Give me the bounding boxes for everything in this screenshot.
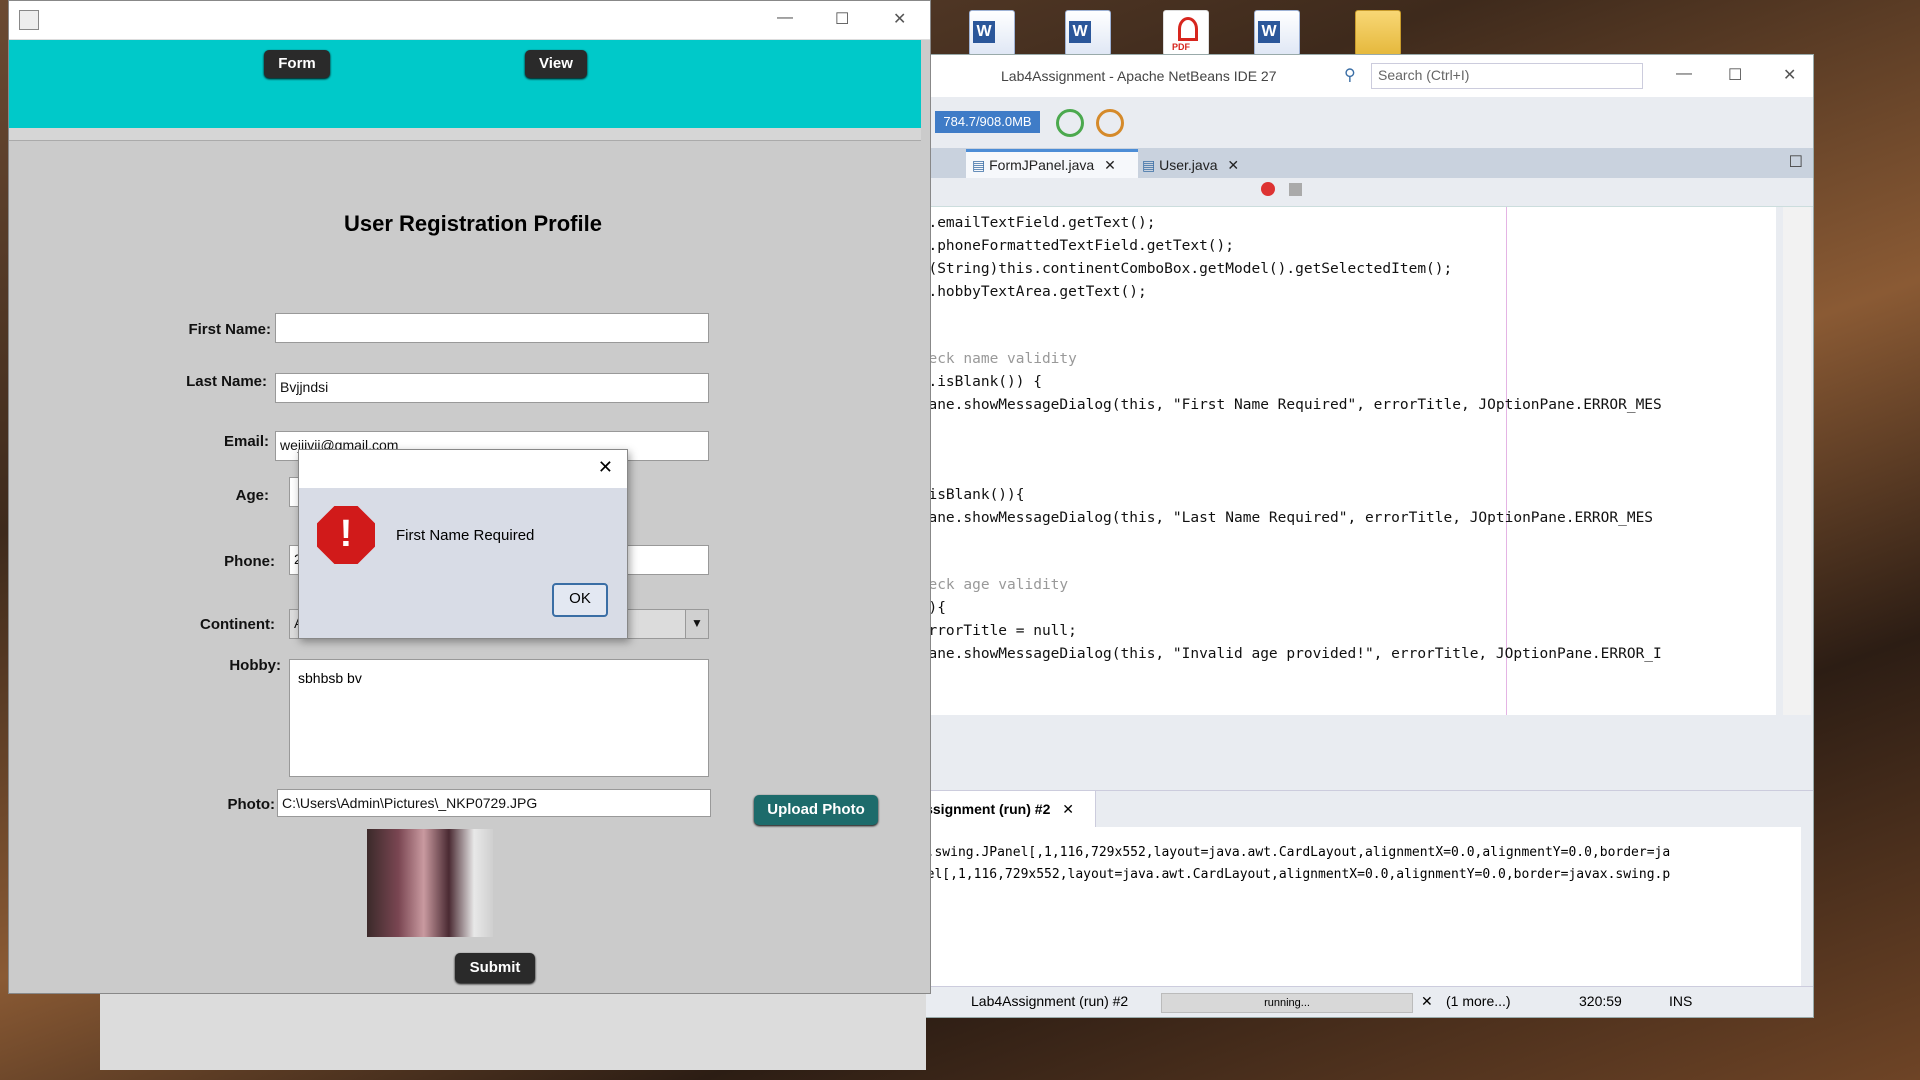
close-icon[interactable]: ✕ xyxy=(1783,65,1796,85)
code-line: nPane.showMessageDialog(this, "Invalid a… xyxy=(911,646,1662,662)
code-line: is.emailTextField.getText(); xyxy=(911,215,1156,231)
status-bar: Lab4Assignment (run) #2 running... ✕ (1 … xyxy=(911,986,1813,1017)
error-dialog: ✕ ! First Name Required OK xyxy=(298,449,628,639)
status-task: Lab4Assignment (run) #2 xyxy=(971,993,1129,1009)
photo-label: Photo: xyxy=(227,796,275,813)
pdf-icon[interactable] xyxy=(1163,10,1209,56)
memory-indicator[interactable]: 784.7/908.0MB xyxy=(935,111,1040,133)
last-name-label: Last Name: xyxy=(186,373,267,390)
dialog-message: First Name Required xyxy=(396,527,535,544)
nav-panel: Form View xyxy=(9,40,921,128)
tab-user[interactable]: ▤ User.java ✕ xyxy=(1136,152,1258,178)
editor-tabs: ✕ ▤ FormJPanel.java ✕ ▤ User.java ✕ ☐ xyxy=(911,148,1813,178)
code-editor[interactable]: is.emailTextField.getText(); is.phoneFor… xyxy=(911,207,1776,715)
toolbar: 784.7/908.0MB xyxy=(911,97,1813,147)
record-icon[interactable] xyxy=(1261,182,1275,196)
title-bar: Lab4Assignment - Apache NetBeans IDE 27 … xyxy=(911,55,1813,97)
stop-icon[interactable] xyxy=(1289,183,1302,196)
close-icon[interactable]: ✕ xyxy=(1062,801,1074,817)
email-label: Email: xyxy=(223,433,269,450)
photo-preview xyxy=(367,829,493,937)
upload-photo-button[interactable]: Upload Photo xyxy=(754,795,878,825)
java-icon xyxy=(19,10,39,30)
more-tasks[interactable]: (1 more...) xyxy=(1446,993,1511,1009)
word-icon[interactable] xyxy=(1065,10,1111,56)
split-divider[interactable] xyxy=(9,128,921,141)
word-icon[interactable] xyxy=(969,10,1015,56)
close-icon[interactable]: ✕ xyxy=(1104,157,1116,173)
chevron-down-icon[interactable]: ▼ xyxy=(685,610,708,638)
background-window xyxy=(100,990,926,1070)
editor-scrollbar[interactable] xyxy=(1783,207,1811,715)
java-file-icon: ▤ xyxy=(1142,157,1156,173)
page-title: User Registration Profile xyxy=(344,211,602,236)
cursor-position: 320:59 xyxy=(1579,993,1622,1009)
photo-path-field[interactable]: C:\Users\Admin\Pictures\_NKP0729.JPG xyxy=(277,789,711,817)
code-line: = (String)this.continentComboBox.getMode… xyxy=(911,261,1453,277)
close-icon[interactable]: ✕ xyxy=(1421,993,1433,1010)
output-tab-label: Assignment (run) #2 xyxy=(915,801,1051,817)
output-line: anel[,1,116,729x552,layout=java.awt.Card… xyxy=(911,867,1671,882)
search-placeholder: Search (Ctrl+I) xyxy=(1378,67,1470,83)
view-button[interactable]: View xyxy=(525,50,587,78)
maximize-icon[interactable]: ☐ xyxy=(835,9,849,29)
java-file-icon: ▤ xyxy=(972,157,986,173)
gc-icon[interactable] xyxy=(1056,109,1084,137)
maximize-icon[interactable]: ☐ xyxy=(1728,65,1742,85)
window-title: Lab4Assignment - Apache NetBeans IDE 27 xyxy=(1001,68,1277,84)
code-comment: Check age validity xyxy=(911,577,1069,593)
close-icon[interactable]: ✕ xyxy=(1227,157,1239,173)
code-comment: Check name validity xyxy=(911,351,1077,367)
output-tab[interactable]: Assignment (run) #2 ✕ xyxy=(911,791,1096,827)
netbeans-window: Lab4Assignment - Apache NetBeans IDE 27 … xyxy=(910,54,1814,1018)
age-label: Age: xyxy=(235,487,269,504)
minimize-icon[interactable]: — xyxy=(777,9,793,27)
hobby-textarea[interactable]: sbhbsb bv xyxy=(289,659,709,777)
output-header: Assignment (run) #2 ✕ xyxy=(911,790,1813,827)
close-icon[interactable]: ✕ xyxy=(893,9,906,29)
error-icon: ! xyxy=(317,506,375,564)
profiler-icon[interactable] xyxy=(1096,109,1124,137)
phone-label: Phone: xyxy=(224,553,275,570)
close-icon[interactable]: ✕ xyxy=(598,457,613,478)
continent-label: Continent: xyxy=(200,616,275,633)
tab-formjpanel[interactable]: ▤ FormJPanel.java ✕ xyxy=(966,149,1138,178)
hobby-label: Hobby: xyxy=(229,657,281,674)
first-name-field[interactable] xyxy=(275,313,709,343)
folder-icon[interactable] xyxy=(1355,10,1401,56)
first-name-label: First Name: xyxy=(188,321,271,338)
progress-label: running... xyxy=(1264,997,1310,1009)
maximize-icon[interactable]: ☐ xyxy=(1789,152,1803,172)
ok-button[interactable]: OK xyxy=(552,583,608,617)
output-line: ax.swing.JPanel[,1,116,729x552,layout=ja… xyxy=(911,845,1671,860)
dialog-title-bar: ✕ xyxy=(299,450,627,488)
code-line: is.hobbyTextArea.getText(); xyxy=(911,284,1147,300)
editor-toolbar xyxy=(911,178,1813,207)
search-icon: ⚲ xyxy=(1344,67,1356,84)
minimize-icon[interactable]: — xyxy=(1676,65,1692,83)
tab-label: FormJPanel.java xyxy=(989,157,1095,173)
submit-button[interactable]: Submit xyxy=(455,953,535,983)
last-name-field[interactable]: Bvjjndsi xyxy=(275,373,709,403)
title-bar: — ☐ ✕ xyxy=(9,1,930,40)
word-icon[interactable] xyxy=(1254,10,1300,56)
search-input[interactable]: ⚲ Search (Ctrl+I) xyxy=(1344,63,1643,89)
code-line: is.phoneFormattedTextField.getText(); xyxy=(911,238,1235,254)
output-console[interactable]: ax.swing.JPanel[,1,116,729x552,layout=ja… xyxy=(911,827,1801,987)
code-line: errorTitle = null; xyxy=(911,623,1077,639)
insert-mode: INS xyxy=(1669,993,1693,1009)
code-line: nPane.showMessageDialog(this, "Last Name… xyxy=(911,510,1654,526)
form-button[interactable]: Form xyxy=(264,50,330,78)
tab-label: User.java xyxy=(1159,157,1218,173)
progress-bar: running... xyxy=(1161,993,1413,1013)
code-line: nPane.showMessageDialog(this, "First Nam… xyxy=(911,397,1662,413)
